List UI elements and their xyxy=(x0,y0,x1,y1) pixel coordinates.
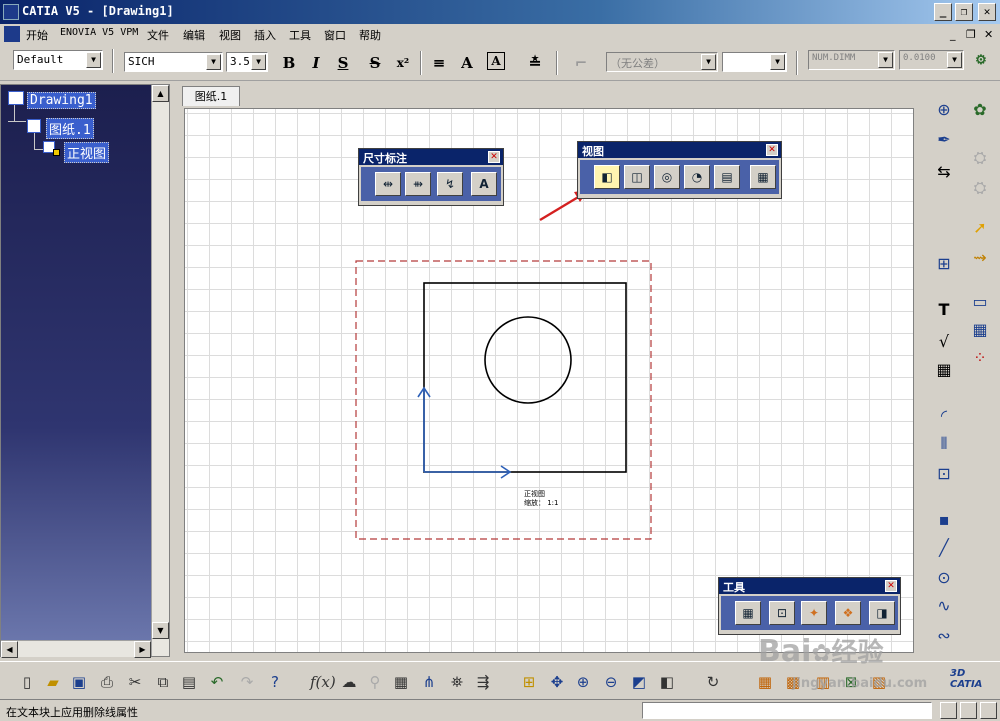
spline-icon[interactable]: ∿ xyxy=(932,594,956,618)
snap-icon[interactable]: ⊡ xyxy=(769,601,795,625)
leader-dimension-icon[interactable]: ↯ xyxy=(437,172,463,196)
swap-arrows-icon[interactable]: ⇆ xyxy=(932,160,956,184)
command-input[interactable] xyxy=(642,702,932,719)
print-icon[interactable]: ⎙ xyxy=(96,671,118,693)
sheet-background-icon[interactable]: ✿ xyxy=(968,98,992,122)
watermark-text: Bai✿经验 xyxy=(758,632,884,669)
line-icon[interactable]: ╱ xyxy=(932,536,956,560)
palette-title-bar[interactable]: 视图 ✕ xyxy=(578,142,781,158)
table-view-icon[interactable]: ▦ xyxy=(390,671,412,693)
lock-icon[interactable]: ⛯ xyxy=(446,671,468,693)
formula-icon[interactable]: f(x) xyxy=(310,671,336,693)
text-icon[interactable]: T xyxy=(932,298,956,322)
symmetry-icon[interactable]: ⫴ xyxy=(932,432,956,456)
watermark-url: jingyan.baidu.com xyxy=(792,676,928,691)
transform-icon[interactable]: ⊡ xyxy=(932,462,956,486)
undo-icon[interactable]: ↶ xyxy=(206,671,228,693)
palette-body: ◧ ◫ ◎ ◔ ▤ ▦ xyxy=(578,158,781,196)
save-icon[interactable]: ▣ xyxy=(68,671,90,693)
circle-icon[interactable]: ⊙ xyxy=(932,566,956,590)
view-caption-name: 正视图 xyxy=(524,490,545,498)
rectangle-icon[interactable]: ▭ xyxy=(968,290,992,314)
status-button-1[interactable] xyxy=(940,702,957,719)
dimensioning-palette-title: 尺寸标注 xyxy=(363,152,407,165)
section-view-icon[interactable]: ◫ xyxy=(624,165,650,189)
palette-title-bar[interactable]: 工具 ✕ xyxy=(719,578,900,594)
catia-brand-logo: 3D CATIA xyxy=(950,668,983,690)
paste-icon[interactable]: ▤ xyxy=(178,671,200,693)
fillet-icon[interactable]: ◜ xyxy=(932,404,956,428)
fit-all-icon[interactable]: ⊞ xyxy=(518,671,540,693)
points-icon[interactable]: ⁘ xyxy=(968,346,992,370)
pointer-arrow xyxy=(539,194,581,222)
table-icon[interactable]: ▦ xyxy=(932,358,956,382)
distance-icon[interactable]: ⇶ xyxy=(472,671,494,693)
views-palette[interactable]: 视图 ✕ ◧ ◫ ◎ ◔ ▤ ▦ xyxy=(577,141,782,199)
chained-dimension-icon[interactable]: ⇻ xyxy=(405,172,431,196)
grid-toggle-icon[interactable]: ▦ xyxy=(754,671,776,693)
pan-icon[interactable]: ✥ xyxy=(546,671,568,693)
replace-icon[interactable]: ⇝ xyxy=(968,246,992,270)
cut-icon[interactable]: ✂ xyxy=(124,671,146,693)
zoom-in-icon[interactable]: ⊕ xyxy=(572,671,594,693)
status-button-3[interactable] xyxy=(980,702,997,719)
watermark-brand: Bai xyxy=(758,634,812,669)
square-profile[interactable] xyxy=(423,282,627,473)
normal-view-icon[interactable]: ◩ xyxy=(628,671,650,693)
disabled-tool-icon[interactable]: ⚲ xyxy=(364,671,386,693)
sketch-tool-icon[interactable]: ↻ xyxy=(702,671,724,693)
dress-up-icon[interactable]: ⊞ xyxy=(932,252,956,276)
status-bar: 在文本块上应用删除线属性 xyxy=(0,699,1000,721)
roughness-symbol-icon[interactable]: √ xyxy=(932,330,956,354)
view-frame[interactable] xyxy=(355,260,652,540)
status-message: 在文本块上应用删除线属性 xyxy=(6,706,138,719)
hide-show-icon[interactable]: ◧ xyxy=(656,671,678,693)
tools-palette[interactable]: 工具 ✕ ▦ ⊡ ✦ ❖ ◨ xyxy=(718,577,901,635)
palette-body: ⇹ ⇻ ↯ A xyxy=(359,165,503,203)
dimension-system-icon[interactable]: ❖ xyxy=(835,601,861,625)
broken-view-icon[interactable]: ▤ xyxy=(714,165,740,189)
close-icon[interactable]: ✕ xyxy=(885,580,897,592)
dimensioning-palette[interactable]: 尺寸标注 ✕ ⇹ ⇻ ↯ A xyxy=(358,148,504,206)
copy-icon[interactable]: ⧉ xyxy=(152,671,174,693)
detail-view-icon[interactable]: ◎ xyxy=(654,165,680,189)
select-arrow-icon[interactable]: ➚ xyxy=(968,216,992,240)
grid-icon[interactable]: ▦ xyxy=(735,601,761,625)
close-icon[interactable]: ✕ xyxy=(766,144,778,156)
palette-body: ▦ ⊡ ✦ ❖ ◨ xyxy=(719,594,900,632)
open-folder-icon[interactable]: ▰ xyxy=(42,671,64,693)
point-icon[interactable]: ▪ xyxy=(932,508,956,532)
view-caption[interactable]: 正视图 缩放： 1:1 xyxy=(524,490,559,508)
circle-profile[interactable] xyxy=(484,316,572,404)
grid-tool-icon[interactable]: ▦ xyxy=(968,318,992,342)
clipping-view-icon[interactable]: ◔ xyxy=(684,165,710,189)
filter-icon[interactable]: ◨ xyxy=(869,601,895,625)
text-dimension-icon[interactable]: A xyxy=(471,172,497,196)
dimensions-icon[interactable]: ⇹ xyxy=(375,172,401,196)
disabled-tool-icon[interactable]: ⛭ xyxy=(968,176,992,200)
view-caption-scale: 缩放： 1:1 xyxy=(524,499,559,507)
front-view-icon[interactable]: ◧ xyxy=(594,165,620,189)
close-icon[interactable]: ✕ xyxy=(488,151,500,163)
new-file-icon[interactable]: ▯ xyxy=(16,671,38,693)
watermark-jingyan: 经验 xyxy=(831,638,884,668)
wizard-icon[interactable]: ▦ xyxy=(750,165,776,189)
redo-icon[interactable]: ↷ xyxy=(236,671,258,693)
view-position-icon[interactable]: ✒ xyxy=(932,128,956,152)
views-palette-title: 视图 xyxy=(582,145,604,158)
curve-icon[interactable]: ∾ xyxy=(932,624,956,648)
tools-palette-title: 工具 xyxy=(723,581,745,594)
analysis-icon[interactable]: ✦ xyxy=(801,601,827,625)
palette-title-bar[interactable]: 尺寸标注 ✕ xyxy=(359,149,503,165)
crosshair-icon[interactable]: ⊕ xyxy=(932,98,956,122)
zoom-out-icon[interactable]: ⊖ xyxy=(600,671,622,693)
comment-icon[interactable]: ☁ xyxy=(338,671,360,693)
right-toolbar: ⊕ ✿ ✒ ⛭ ⇆ ⛭ ➚ ⊞ ⇝ T ▭ √ ▦ ▦ ⁘ ◜ ⫴ ⊡ ▪ ╱ … xyxy=(924,84,1000,657)
disabled-tool-icon[interactable]: ⛭ xyxy=(968,146,992,170)
whats-this-icon[interactable]: ? xyxy=(264,671,286,693)
watermark-paw-icon: ✿ xyxy=(811,639,832,667)
tree-structure-icon[interactable]: ⋔ xyxy=(418,671,440,693)
status-button-2[interactable] xyxy=(960,702,977,719)
